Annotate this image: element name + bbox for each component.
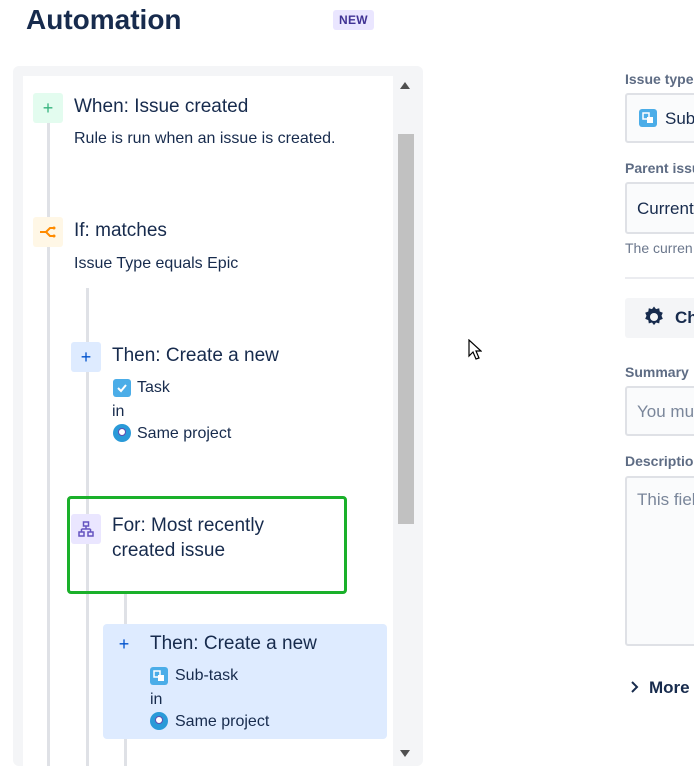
parent-issue-helper: The curren [625,240,693,256]
issue-type-value: Task [137,379,170,396]
choose-fields-label: Ch [675,308,694,327]
scroll-up-arrow-icon[interactable] [400,82,410,89]
plus-icon: + [118,633,130,654]
parent-issue-label: Parent issu [625,160,694,176]
summary-placeholder: You mus [637,402,694,421]
scrollbar-thumb[interactable] [398,134,414,524]
in-label: in [112,403,125,420]
scrollbar[interactable] [395,76,414,766]
more-label: More [649,678,690,697]
description-textarea[interactable]: This fiel [625,476,694,646]
condition-description: Issue Type equals Epic [74,255,239,272]
condition-title: If: matches [74,220,167,241]
rule-panel: + When: Issue created Rule is run when a… [13,66,423,766]
project-value: Same project [175,713,270,730]
issue-type-value: Sub-task [175,667,239,684]
chevron-right-icon [631,681,639,693]
project-value: Same project [137,425,232,442]
project-avatar-icon [113,424,131,442]
task-checkbox-icon [113,379,131,397]
divider [625,277,694,279]
new-badge: NEW [333,10,374,30]
summary-input[interactable]: You mus [625,386,694,436]
description-label: Descriptio [625,453,694,469]
in-label: in [150,691,163,708]
parent-issue-value: Current [637,199,694,218]
action-title: Then: Create a new [112,345,279,366]
issue-type-select-value: Sub [665,109,694,128]
subtask-icon [639,109,657,127]
issue-type-select[interactable]: Sub [625,93,694,143]
action-title: Then: Create a new [150,633,317,654]
summary-label: Summary [625,364,689,380]
scroll-down-arrow-icon[interactable] [400,750,410,757]
subtask-icon [150,667,168,685]
project-avatar-icon [150,712,168,730]
issue-type-label: Issue type [625,71,694,87]
page-title: Automation [26,4,182,35]
description-placeholder: This fiel [637,490,694,509]
plus-icon: + [33,93,63,123]
rule-canvas: + When: Issue created Rule is run when a… [23,76,393,766]
branch-icon [33,217,63,247]
plus-icon: + [71,342,101,372]
mouse-cursor-icon [468,339,482,360]
choose-fields-button[interactable]: Ch [625,298,694,338]
parent-issue-select[interactable]: Current [625,182,694,234]
gear-icon [645,306,663,326]
trigger-description: Rule is run when an issue is created. [74,130,336,147]
trigger-title: When: Issue created [74,96,249,117]
highlight-box [67,496,347,594]
